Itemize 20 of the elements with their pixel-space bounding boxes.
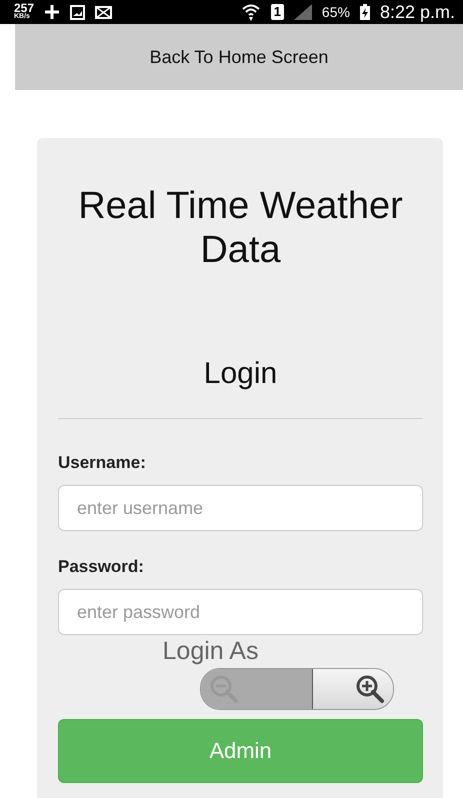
network-speed: 257 — [14, 4, 34, 14]
username-field[interactable]: enter username — [58, 485, 423, 531]
image-icon — [70, 4, 86, 20]
password-field[interactable]: enter password — [58, 589, 423, 635]
login-heading: Login — [202, 357, 278, 391]
field-label: Password: — [58, 557, 145, 577]
zoom-in-button[interactable] — [313, 669, 393, 709]
login-as-label: Login As — [162, 637, 260, 665]
field-label: Username: — [58, 453, 147, 473]
wifi-icon — [240, 3, 261, 21]
clock-time: 8:22 p.m. — [380, 2, 455, 22]
battery-percent: 65% — [322, 4, 350, 20]
sim-indicator: 1 — [270, 4, 284, 20]
page-title: Real Time Weather Data — [77, 184, 404, 272]
zoom-out-icon — [209, 674, 239, 704]
mail-icon — [95, 6, 112, 18]
zoom-in-icon — [355, 674, 385, 704]
battery-icon — [360, 4, 370, 20]
signal-icon — [294, 4, 312, 20]
back-link[interactable]: Back To Home Screen — [150, 46, 328, 68]
